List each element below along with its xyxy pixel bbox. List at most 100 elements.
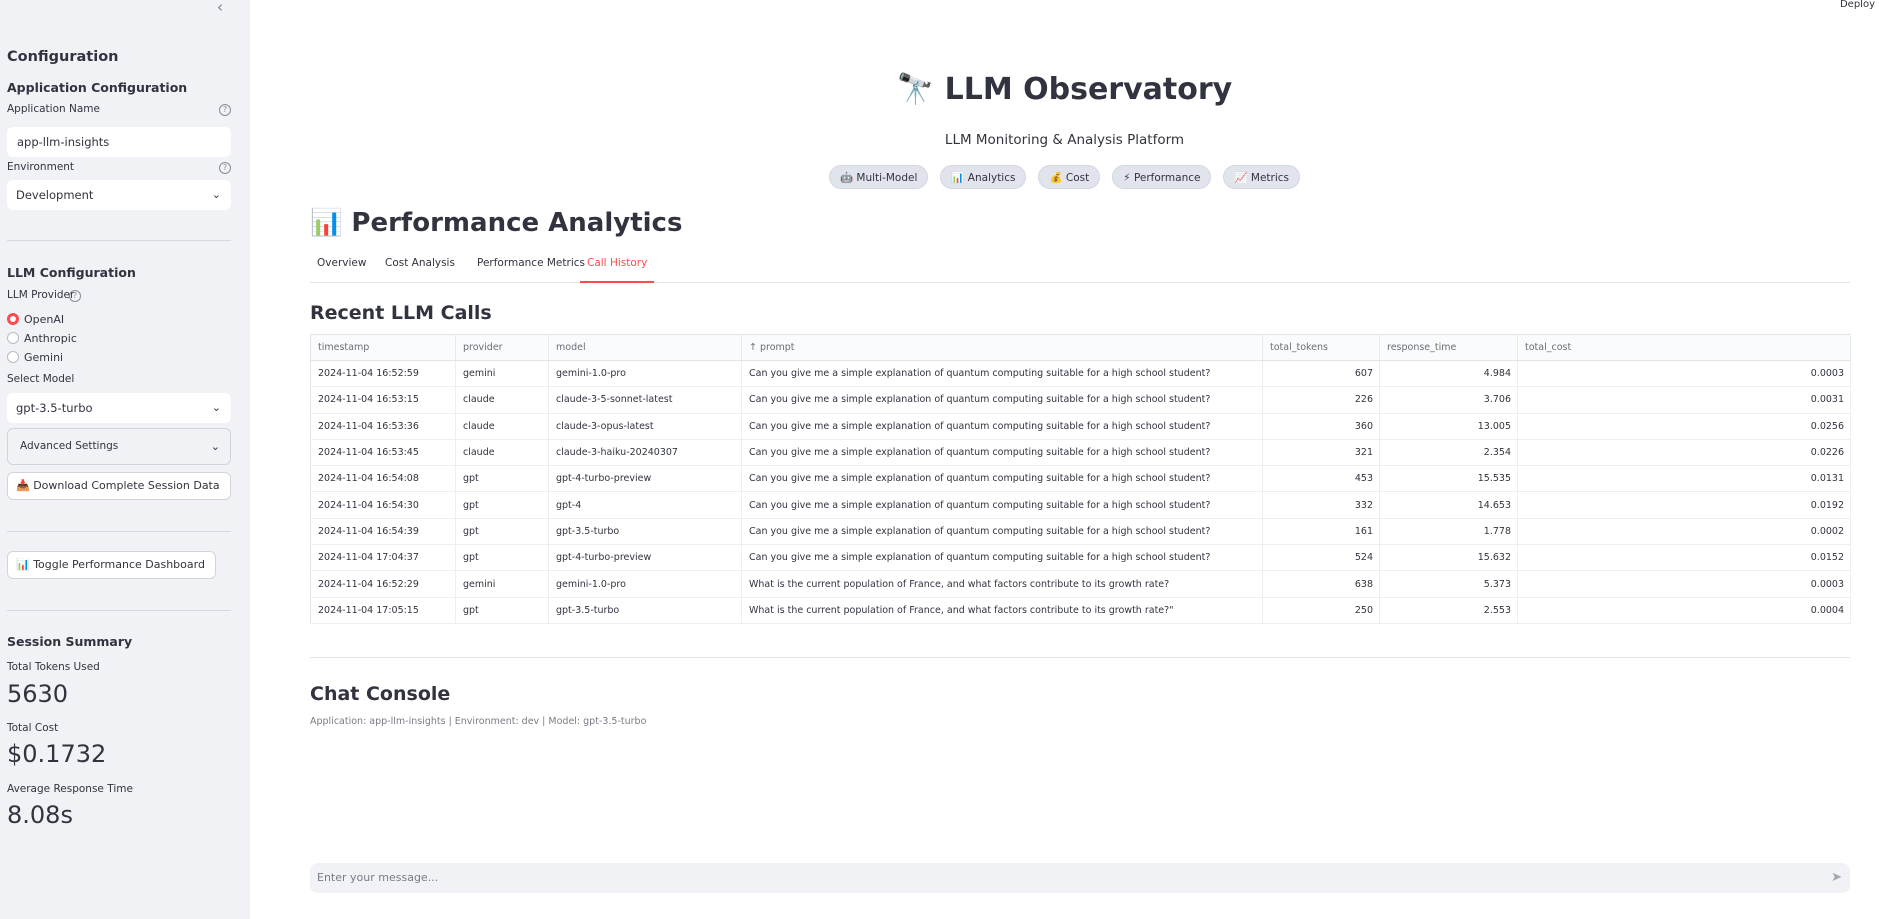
radio-selected-icon	[7, 313, 19, 325]
radio-label: OpenAI	[24, 312, 65, 326]
table-row[interactable]: 2024-11-04 17:05:15 gpt gpt-3.5-turbo What …	[310, 597, 1851, 624]
table-row[interactable]: 2024-11-04 17:04:37 gpt gpt-4-turbo-previe…	[310, 544, 1851, 572]
table-cell: 2024-11-04 16:54:08	[310, 465, 456, 493]
table-cell: Can you give me a simple explanation of …	[741, 491, 1263, 519]
table-cell: 161	[1262, 518, 1380, 546]
table-cell: gpt	[455, 544, 549, 572]
chip-metrics[interactable]: 📈 Metrics	[1223, 165, 1301, 189]
table-cell: gpt-3.5-turbo	[548, 518, 742, 546]
chip-performance[interactable]: ⚡ Performance	[1112, 165, 1212, 189]
table-cell: gpt-4-turbo-preview	[548, 465, 742, 493]
tokens-value: 5630	[7, 680, 69, 708]
calls-table: timestamp provider model ↑ prompt total_…	[310, 334, 1851, 624]
app-title: 🔭 LLM Observatory	[896, 72, 1233, 107]
advanced-settings-expander[interactable]: Advanced Settings ⌄	[7, 428, 231, 465]
environment-select[interactable]: Development ⌄	[7, 180, 231, 210]
tab-call-history[interactable]: Call History	[580, 255, 655, 283]
tab-cost-analysis[interactable]: Cost Analysis	[378, 255, 462, 283]
table-cell: gpt-4	[548, 491, 742, 519]
table-cell: Can you give me a simple explanation of …	[741, 518, 1263, 546]
table-cell: gemini	[455, 570, 549, 598]
help-icon[interactable]: ?	[219, 104, 231, 116]
toggle-dashboard-button[interactable]: 📊 Toggle Performance Dashboard	[7, 551, 216, 579]
table-cell: 2.354	[1379, 439, 1518, 467]
table-cell: 607	[1262, 360, 1380, 388]
table-cell: 2024-11-04 16:52:59	[310, 360, 456, 388]
table-cell: gpt-3.5-turbo	[548, 597, 742, 624]
column-header[interactable]: model	[548, 334, 742, 361]
model-select[interactable]: gpt-3.5-turbo ⌄	[7, 393, 231, 423]
table-cell: Can you give me a simple explanation of …	[741, 465, 1263, 493]
table-cell: 14.653	[1379, 491, 1518, 519]
app-subtitle: LLM Monitoring & Analysis Platform	[944, 132, 1185, 148]
recent-calls-title: Recent LLM Calls	[310, 302, 492, 324]
table-cell: 5.373	[1379, 570, 1518, 598]
table-cell: claude	[455, 439, 549, 467]
table-row[interactable]: 2024-11-04 16:52:29 gemini gemini-1.0-pro W…	[310, 570, 1851, 598]
table-row[interactable]: 2024-11-04 16:53:15 claude claude-3-5-sonn…	[310, 386, 1851, 414]
chip-multi-model[interactable]: 🤖 Multi-Model	[828, 165, 929, 189]
column-header[interactable]: total_tokens	[1262, 334, 1380, 361]
chip-analytics[interactable]: 📊 Analytics	[940, 165, 1027, 189]
table-cell: 0.0226	[1517, 439, 1851, 467]
table-cell: 2024-11-04 17:04:37	[310, 544, 456, 572]
tokens-label: Total Tokens Used	[7, 661, 100, 673]
divider	[7, 531, 231, 532]
sidebar-title: Configuration	[7, 49, 119, 65]
table-cell: claude-3-5-sonnet-latest	[548, 386, 742, 414]
column-header[interactable]: ↑ prompt	[741, 334, 1263, 361]
deploy-button[interactable]: Deploy	[1840, 0, 1875, 10]
table-cell: claude-3-opus-latest	[548, 413, 742, 440]
table-cell: Can you give me a simple explanation of …	[741, 439, 1263, 467]
table-cell: Can you give me a simple explanation of …	[741, 386, 1263, 414]
table-cell: claude-3-haiku-20240307	[548, 439, 742, 467]
table-header-row: timestamp provider model ↑ prompt total_…	[310, 334, 1851, 361]
chat-caption: Application: app-llm-insights | Environm…	[310, 716, 647, 727]
table-row[interactable]: 2024-11-04 16:53:45 claude claude-3-haiku-…	[310, 439, 1851, 467]
help-icon[interactable]: ?	[69, 290, 81, 302]
table-cell: 0.0192	[1517, 491, 1851, 519]
environment-value: Development	[16, 188, 94, 202]
model-value: gpt-3.5-turbo	[16, 401, 93, 415]
radio-unselected-icon	[7, 332, 19, 344]
table-row[interactable]: 2024-11-04 16:53:36 claude claude-3-opus-l…	[310, 413, 1851, 440]
tab-performance-metrics[interactable]: Performance Metrics	[470, 255, 592, 283]
column-header[interactable]: response_time	[1379, 334, 1518, 361]
chat-console-title: Chat Console	[310, 683, 451, 705]
table-cell: 332	[1262, 491, 1380, 519]
analytics-tabs: Overview Cost Analysis Performance Metri…	[310, 250, 1850, 283]
feature-chips: 🤖 Multi-Model 📊 Analytics 💰 Cost ⚡ Perfo…	[250, 165, 1879, 189]
column-header[interactable]: provider	[455, 334, 549, 361]
table-cell: Can you give me a simple explanation of …	[741, 360, 1263, 388]
table-row[interactable]: 2024-11-04 16:54:39 gpt gpt-3.5-turbo Can y…	[310, 518, 1851, 546]
table-cell: 321	[1262, 439, 1380, 467]
table-cell: 2024-11-04 17:05:15	[310, 597, 456, 624]
table-cell: 0.0002	[1517, 518, 1851, 546]
table-row[interactable]: 2024-11-04 16:54:30 gpt gpt-4 Can you give …	[310, 491, 1851, 519]
table-row[interactable]: 2024-11-04 16:52:59 gemini gemini-1.0-pro C…	[310, 360, 1851, 388]
column-header[interactable]: total_cost	[1517, 334, 1851, 361]
tab-overview[interactable]: Overview	[310, 255, 373, 283]
app-name-label: Application Name	[7, 103, 100, 115]
cost-label: Total Cost	[7, 722, 59, 734]
help-icon[interactable]: ?	[219, 162, 231, 174]
table-row[interactable]: 2024-11-04 16:54:08 gpt gpt-4-turbo-previe…	[310, 465, 1851, 493]
radio-anthropic[interactable]: Anthropic	[7, 330, 77, 346]
table-cell: 3.706	[1379, 386, 1518, 414]
table-cell: 360	[1262, 413, 1380, 440]
download-session-button[interactable]: 📥 Download Complete Session Data	[7, 472, 231, 500]
table-cell: 15.535	[1379, 465, 1518, 493]
table-cell: gpt	[455, 491, 549, 519]
radio-gemini[interactable]: Gemini	[7, 349, 63, 365]
app-name-input[interactable]	[7, 127, 231, 157]
chip-cost[interactable]: 💰 Cost	[1038, 165, 1101, 189]
radio-openai[interactable]: OpenAI	[7, 311, 64, 327]
collapse-sidebar-icon[interactable]: ‹	[210, 0, 230, 15]
column-header[interactable]: timestamp	[310, 334, 456, 361]
table-cell: 2024-11-04 16:52:29	[310, 570, 456, 598]
chat-input[interactable]: Enter your message... ➤	[310, 863, 1850, 893]
table-cell: 0.0131	[1517, 465, 1851, 493]
table-cell: gemini-1.0-pro	[548, 570, 742, 598]
send-icon[interactable]: ➤	[1831, 863, 1842, 893]
table-cell: gemini-1.0-pro	[548, 360, 742, 388]
